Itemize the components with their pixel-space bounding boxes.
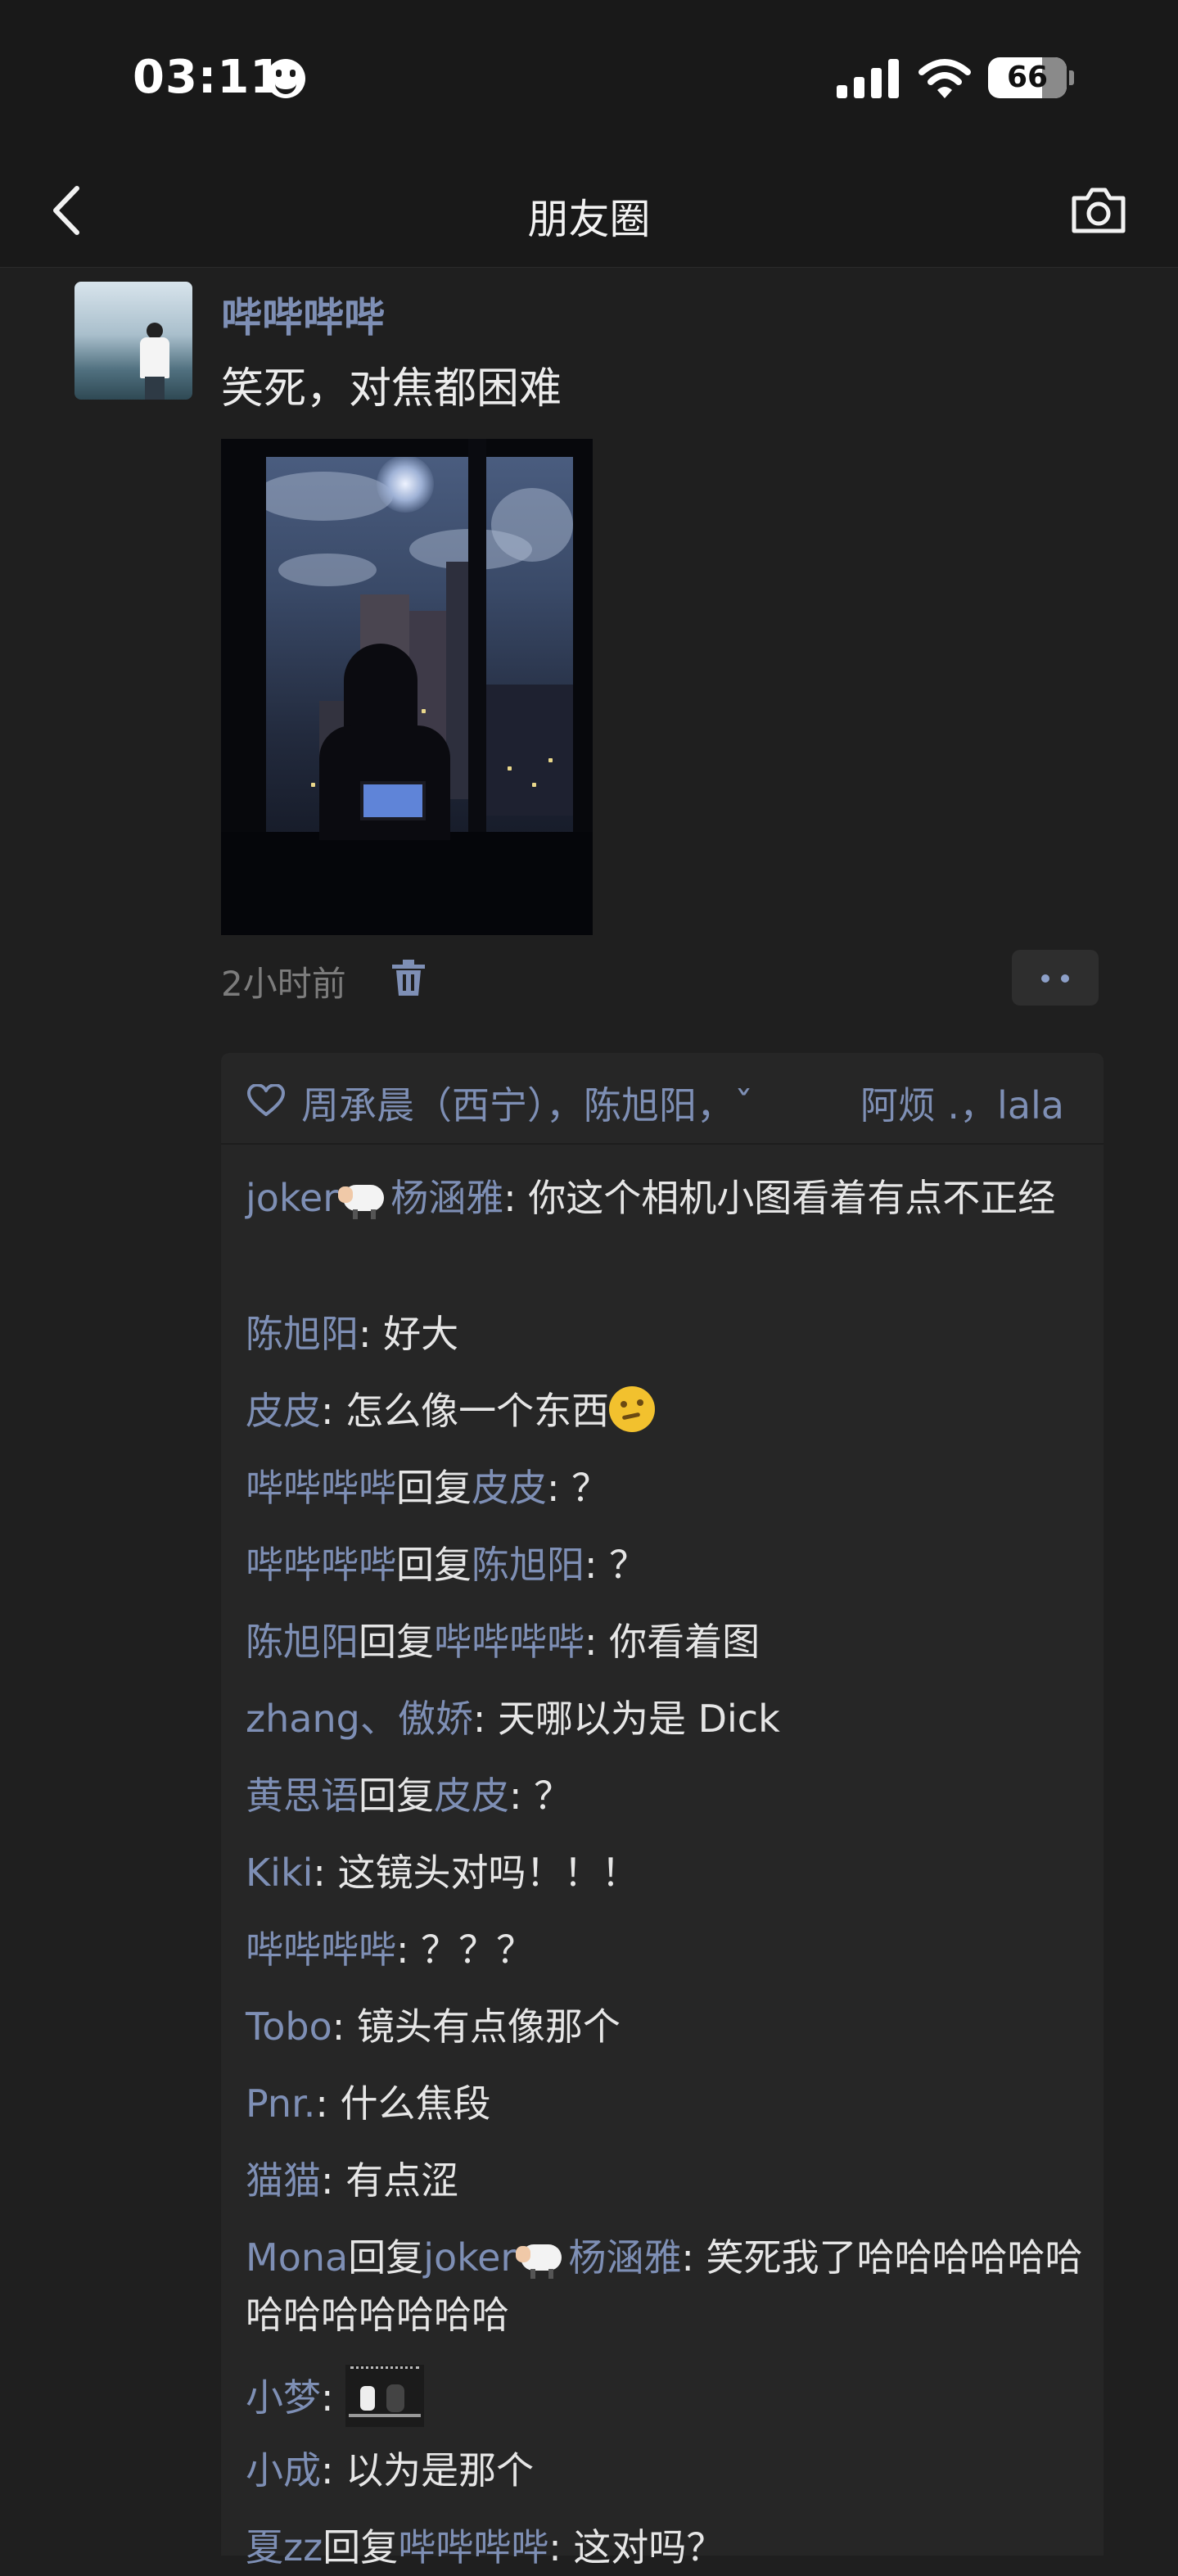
trash-icon[interactable] (390, 960, 427, 997)
comment-item[interactable]: 猫猫: 有点涩 (246, 2152, 1089, 2209)
comment-item[interactable]: 小梦: (246, 2365, 1089, 2427)
comment-item[interactable]: 陈旭阳回复哔哔哔哔: 你看着图 (246, 1613, 1089, 1670)
sticker-image[interactable] (345, 2365, 425, 2427)
battery-icon: 66 (988, 57, 1067, 98)
sheep-emoji-icon (516, 2238, 568, 2279)
more-actions-button[interactable] (1012, 950, 1099, 1006)
battery-tip (1069, 70, 1074, 85)
comment-item[interactable]: 哔哔哔哔: ？？？ (246, 1921, 1089, 1978)
heart-icon (247, 1084, 285, 1116)
comment-item[interactable]: zhang、傲娇: 天哪以为是 Dick (246, 1690, 1089, 1747)
nav-bar: 朋友圈 (0, 156, 1178, 268)
likes-names[interactable]: 周承晨（西宁），陈旭阳，ˇ (301, 1076, 753, 1130)
comment-item[interactable]: 小成: 以为是那个 (246, 2442, 1089, 2499)
post-text: 笑死，对焦都困难 (221, 364, 562, 414)
author-avatar[interactable] (74, 282, 192, 400)
comment-item[interactable]: joker 杨涵雅: 你这个相机小图看着有点不正经 (246, 1169, 1089, 1227)
comment-item[interactable]: 夏zz回复哔哔哔哔: 这对吗？ (246, 2519, 1089, 2576)
comment-item[interactable]: Kiki: 这镜头对吗！！！ (246, 1844, 1089, 1901)
post-author-name[interactable]: 哔哔哔哔 (221, 285, 385, 344)
comment-item[interactable]: 皮皮: 怎么像一个东西 (246, 1382, 1089, 1439)
comment-item[interactable]: 陈旭阳: 好大 (246, 1305, 1089, 1363)
cellular-signal-icon (837, 59, 900, 98)
camera-icon[interactable] (1069, 183, 1128, 237)
page-title: 朋友圈 (527, 196, 651, 243)
status-time: 03:11 (133, 51, 283, 104)
comment-item[interactable]: 哔哔哔哔回复皮皮: ？ (246, 1459, 1089, 1516)
focus-mode-smiley-icon (266, 59, 305, 98)
comment-item[interactable]: 黄思语回复皮皮: ？ (246, 1767, 1089, 1824)
likes-names-more[interactable]: 阿烦 .，lala (860, 1076, 1064, 1130)
status-bar: 03:11 66 (0, 0, 1178, 156)
comment-item[interactable]: 哔哔哔哔回复陈旭阳: ？ (246, 1536, 1089, 1593)
wifi-icon (918, 59, 971, 98)
post-time: 2小时前 (221, 964, 346, 1004)
sheep-emoji-icon (338, 1178, 390, 1219)
comment-item[interactable]: Tobo: 镜头有点像那个 (246, 1998, 1089, 2055)
thinking-emoji-icon (609, 1386, 656, 1432)
comment-item[interactable]: Mona回复joker 杨涵雅: 笑死我了哈哈哈哈哈哈哈哈哈哈哈哈哈 (246, 2229, 1089, 2343)
post-photo[interactable] (221, 439, 593, 935)
battery-level: 66 (1006, 61, 1049, 94)
comment-item[interactable]: Pnr.: 什么焦段 (246, 2075, 1089, 2132)
likes-row: 周承晨（西宁），陈旭阳，ˇ 阿烦 .，lala (221, 1053, 1104, 1145)
